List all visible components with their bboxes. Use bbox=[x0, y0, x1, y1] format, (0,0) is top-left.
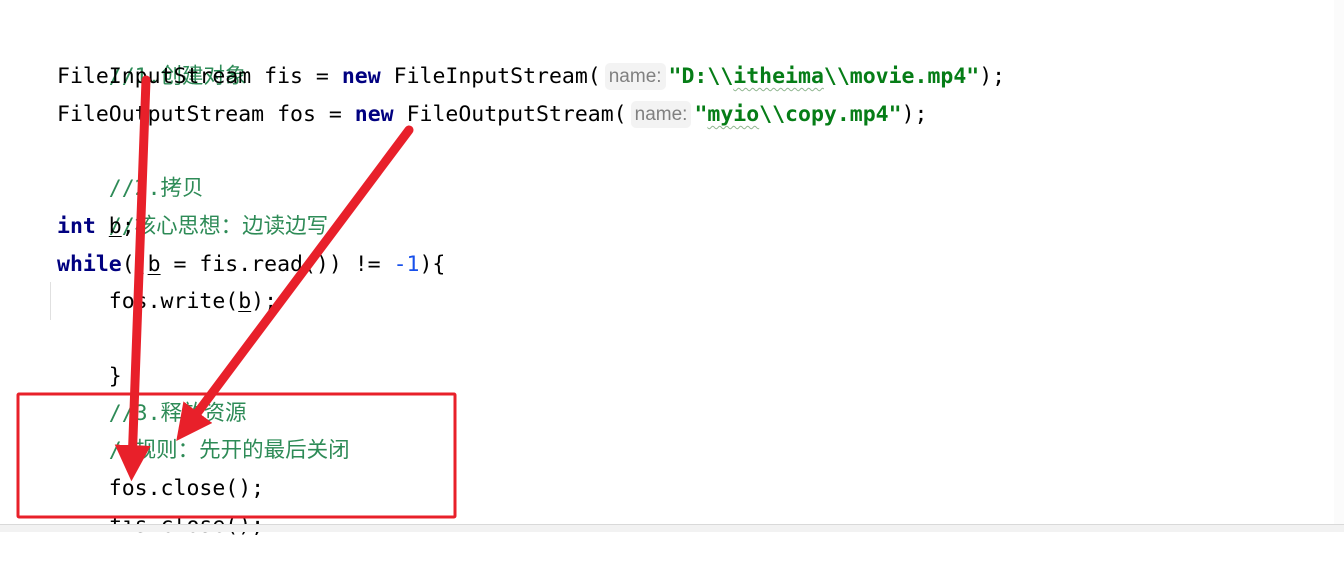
highlight-box bbox=[16, 392, 457, 519]
annotation-overlay bbox=[16, 75, 457, 519]
arrow-fis-to-close bbox=[114, 75, 151, 482]
arrow-fos-to-close bbox=[176, 125, 414, 441]
